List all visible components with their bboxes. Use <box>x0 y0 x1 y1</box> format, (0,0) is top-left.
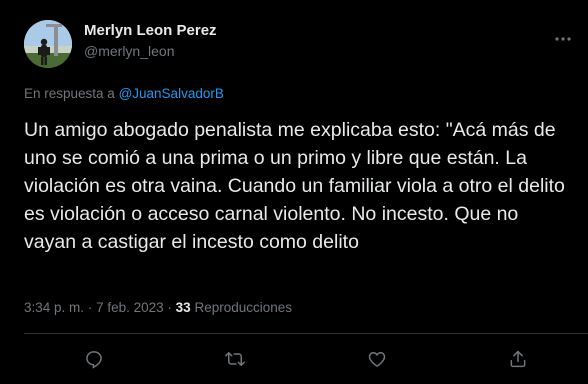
reply-button[interactable] <box>81 346 107 372</box>
retweet-icon <box>225 352 245 366</box>
like-button[interactable] <box>364 346 390 372</box>
views-label: Reproducciones <box>194 300 293 315</box>
action-bar <box>0 346 588 372</box>
more-icon <box>555 37 571 41</box>
reply-icon <box>86 351 102 369</box>
tweet-date[interactable]: 7 feb. 2023 <box>96 300 164 315</box>
share-button[interactable] <box>505 346 531 372</box>
author-handle[interactable]: @merlyn_leon <box>84 43 174 59</box>
divider <box>24 333 588 334</box>
tweet-time[interactable]: 3:34 p. m. <box>24 300 84 315</box>
share-icon <box>510 350 526 368</box>
like-icon <box>368 352 386 367</box>
more-options-button[interactable] <box>546 22 580 56</box>
meta-separator: · <box>167 300 172 315</box>
views-count: 33 <box>175 300 191 315</box>
retweet-button[interactable] <box>222 346 248 372</box>
reply-context: En respuesta a @JuanSalvadorB <box>24 86 224 101</box>
reply-mention-link[interactable]: @JuanSalvadorB <box>119 86 224 101</box>
reply-prefix: En respuesta a <box>24 86 115 101</box>
avatar[interactable] <box>24 20 72 68</box>
author-display-name[interactable]: Merlyn Leon Perez <box>84 22 217 39</box>
meta-separator: · <box>87 300 93 315</box>
tweet-text: Un amigo abogado penalista me explicaba … <box>24 119 565 253</box>
profile-photo <box>24 20 72 68</box>
tweet-meta: 3:34 p. m. · 7 feb. 2023 · 33 Reproducci… <box>24 300 292 315</box>
